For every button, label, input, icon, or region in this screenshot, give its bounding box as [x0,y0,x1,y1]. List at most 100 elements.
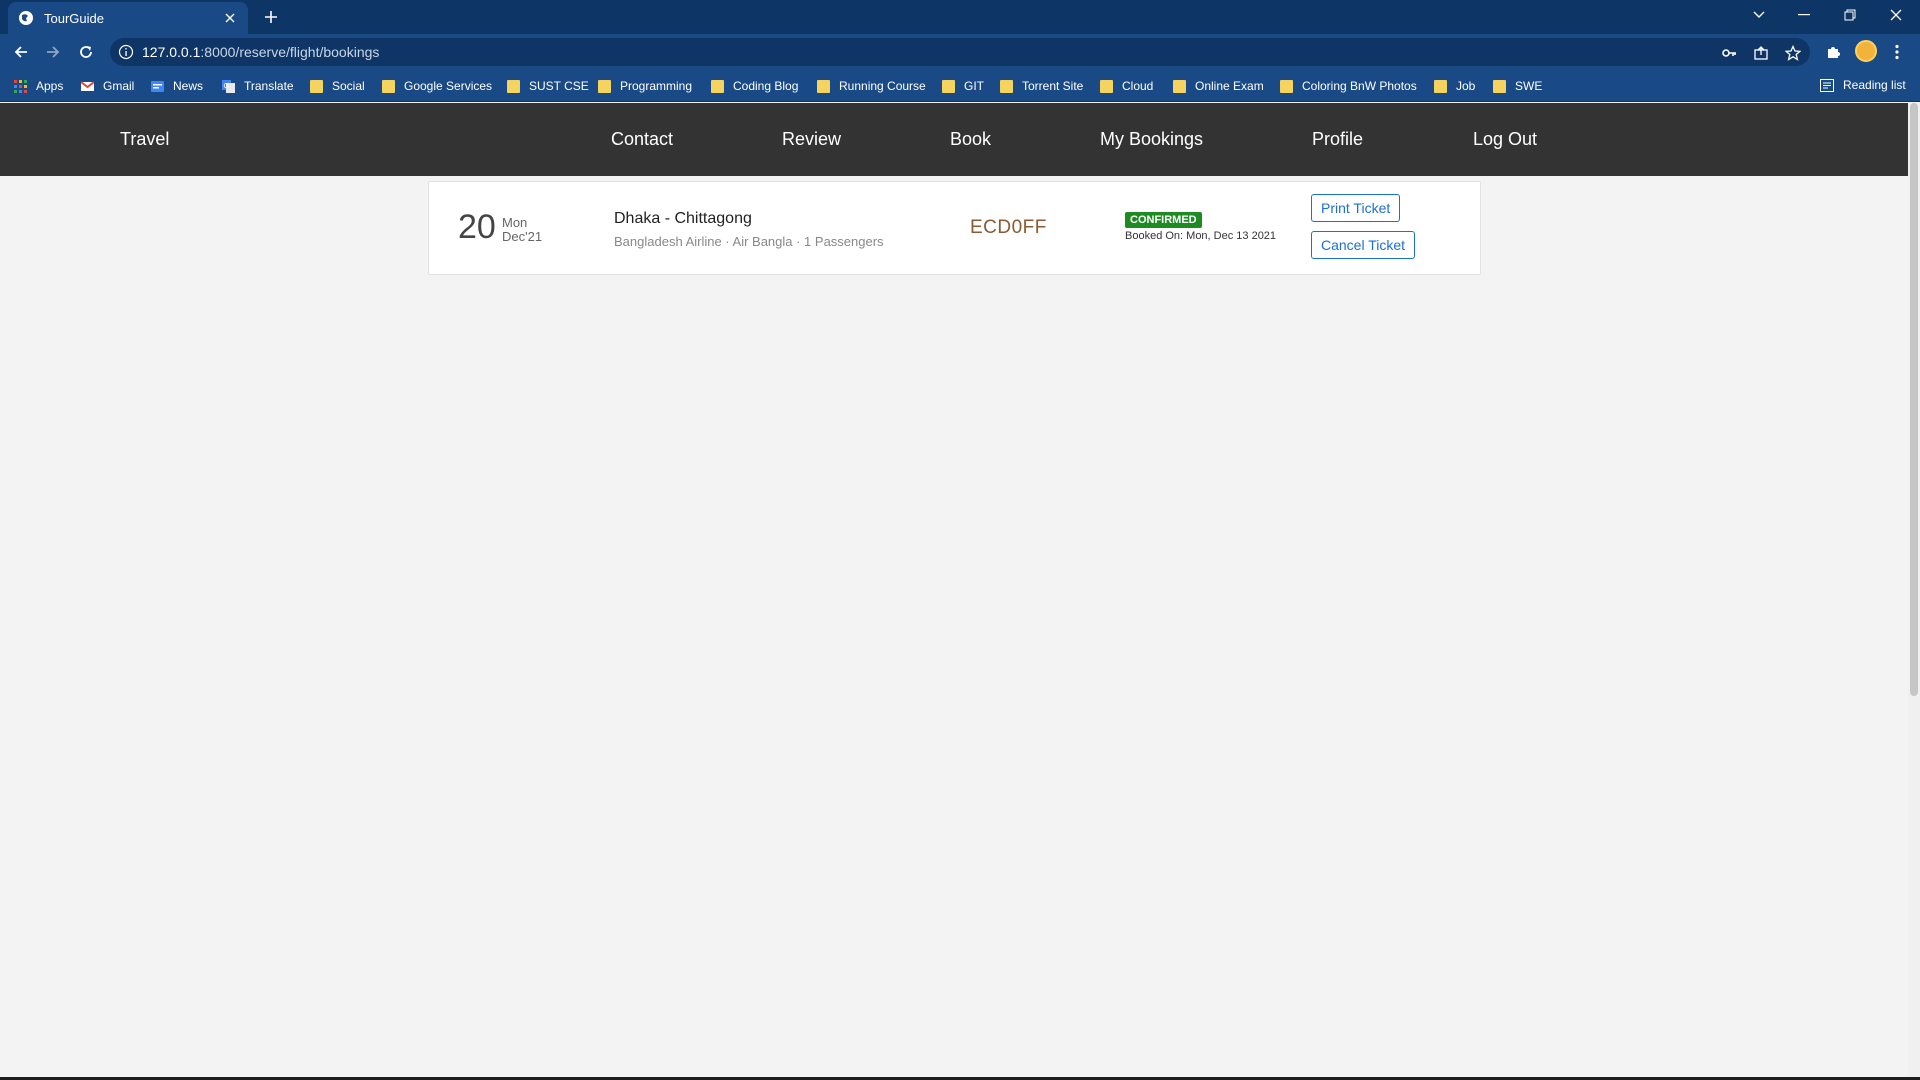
site-navbar: Travel Contact Review Book My Bookings P… [0,103,1908,176]
bookmark-label: Online Exam [1195,79,1264,93]
bookmark-sust-cse[interactable]: SUST CSE [507,78,589,94]
share-icon[interactable] [1752,44,1770,62]
back-arrow-icon[interactable] [10,41,32,63]
bookmark-apps[interactable]: Apps [14,78,63,94]
booking-route: Dhaka - Chittagong [614,210,752,227]
close-window-icon[interactable] [1873,0,1919,30]
browser-tab[interactable]: TourGuide [8,2,248,34]
booking-month: Dec'21 [502,229,543,244]
reading-list-icon [1820,78,1834,92]
bookmark-label: GIT [964,79,984,93]
nav-brand-travel[interactable]: Travel [120,129,169,150]
folder-icon [1280,79,1293,93]
restore-icon[interactable] [1827,0,1873,30]
booking-card: 20 Mon Dec'21 Dhaka - Chittagong Banglad… [428,181,1481,275]
reload-icon[interactable] [75,41,97,63]
reading-list-button[interactable]: Reading list [1820,78,1906,92]
folder-icon [1173,79,1186,93]
bookmark-label: Translate [244,79,294,93]
bookmark-swe[interactable]: SWE [1493,78,1542,94]
bookmark-label: Job [1456,79,1476,93]
svg-text:G: G [224,83,229,90]
bookmark-social[interactable]: Social [310,78,365,94]
bookmark-gmail[interactable]: Gmail [80,78,135,94]
extensions-puzzle-icon[interactable] [1822,41,1844,63]
google-translate-icon: G [222,79,235,93]
folder-icon [711,79,724,93]
key-icon[interactable] [1720,44,1738,62]
folder-icon [1000,79,1013,93]
tab-title: TourGuide [44,10,104,26]
bookmark-label: Apps [36,79,64,93]
bookmark-label: News [173,79,204,93]
bookmark-running-course[interactable]: Running Course [817,78,926,94]
url-host: 127.0.0.1 [142,44,201,60]
bookmark-online-exam[interactable]: Online Exam [1173,78,1264,94]
folder-icon [310,79,323,93]
booking-day: 20 [458,208,496,246]
bookmark-translate[interactable]: G Translate [222,78,294,94]
bookmark-coding-blog[interactable]: Coding Blog [711,78,798,94]
tab-strip: TourGuide [0,0,1920,34]
bookmark-job[interactable]: Job [1434,78,1475,94]
booked-on-date: Booked On: Mon, Dec 13 2021 [1125,230,1277,242]
bookmark-label: Google Services [404,79,493,93]
bookmark-cloud[interactable]: Cloud [1100,78,1153,94]
cancel-ticket-button[interactable]: Cancel Ticket [1311,231,1416,259]
address-bar[interactable]: 127.0.0.1:8000/reserve/flight/bookings [110,38,1810,66]
folder-icon [382,79,395,93]
globe-icon [18,10,34,26]
google-news-icon [151,80,164,93]
url-text: 127.0.0.1:8000/reserve/flight/bookings [142,44,379,60]
folder-icon [1493,79,1506,93]
nav-link-review[interactable]: Review [782,129,841,150]
close-tab-icon[interactable] [222,10,238,26]
menu-kebab-icon[interactable] [1886,41,1908,63]
folder-icon [942,79,955,93]
booking-weekday: Mon [502,215,528,230]
bookmark-label: Coloring BnW Photos [1302,79,1417,93]
booking-details: Bangladesh Airline · Air Bangla · 1 Pass… [614,234,884,249]
nav-link-contact[interactable]: Contact [611,129,673,150]
reading-list-label: Reading list [1843,78,1906,92]
bookmark-news[interactable]: News [151,78,203,94]
minimize-icon[interactable] [1781,0,1827,30]
booking-reference: ECD0FF [970,217,1047,238]
apps-grid-icon [14,79,27,93]
profile-avatar[interactable] [1855,40,1877,62]
browser-toolbar: 127.0.0.1:8000/reserve/flight/bookings [0,34,1920,70]
scrollbar-thumb[interactable] [1910,103,1918,696]
print-ticket-button[interactable]: Print Ticket [1311,194,1401,222]
url-path: :8000/reserve/flight/bookings [200,44,380,60]
bookmark-label: Cloud [1122,79,1154,93]
folder-icon [1434,79,1447,93]
bookmark-label: Running Course [839,79,926,93]
bookmark-label: SWE [1515,79,1543,93]
bookmark-label: Torrent Site [1022,79,1084,93]
bookmark-label: SUST CSE [529,79,589,93]
bookmark-label: Programming [620,79,693,93]
bookmark-star-icon[interactable] [1784,44,1802,62]
folder-icon [507,79,520,93]
new-tab-button[interactable] [260,6,282,28]
folder-icon [598,79,611,93]
nav-link-book[interactable]: Book [950,129,991,150]
bookmark-programming[interactable]: Programming [598,78,692,94]
bookmark-git[interactable]: GIT [942,78,984,94]
bookmark-coloring-bnw-photos[interactable]: Coloring BnW Photos [1280,78,1417,94]
bookmark-label: Social [332,79,365,93]
forward-arrow-icon[interactable] [42,41,64,63]
bookmark-label: Gmail [103,79,135,93]
status-badge: CONFIRMED [1125,212,1202,228]
bookmark-label: Coding Blog [733,79,799,93]
bookmark-torrent-site[interactable]: Torrent Site [1000,78,1083,94]
tab-search-icon[interactable] [1736,0,1782,30]
page-scrollbar[interactable] [1908,103,1920,1080]
folder-icon [1100,79,1113,93]
bookmark-google-services[interactable]: Google Services [382,78,492,94]
nav-link-log-out[interactable]: Log Out [1473,129,1537,150]
nav-link-my-bookings[interactable]: My Bookings [1100,129,1203,150]
site-info-icon[interactable] [118,44,134,60]
bookmarks-bar: Apps Gmail News G Translate Social Googl… [0,70,1920,102]
nav-link-profile[interactable]: Profile [1312,129,1363,150]
